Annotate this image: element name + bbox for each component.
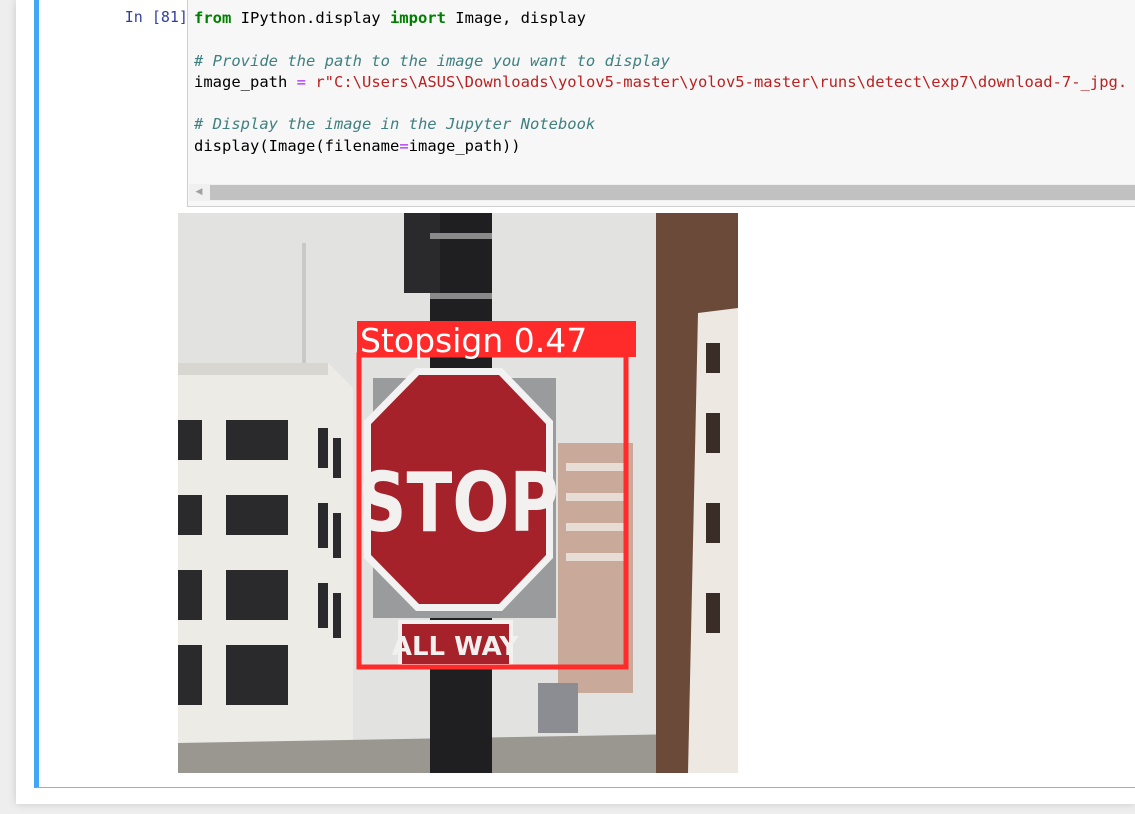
code-token: image_path xyxy=(194,72,297,91)
antenna xyxy=(302,243,306,373)
code-comment: # Provide the path to the image you want… xyxy=(194,51,670,70)
keyword-from: from xyxy=(194,9,232,27)
input-prompt: In [81]: xyxy=(124,8,197,26)
scroll-left-icon[interactable]: ◀ xyxy=(193,186,205,199)
scrollbar-thumb[interactable] xyxy=(210,185,1135,200)
code-token: display(Image(filename xyxy=(194,136,400,155)
detection-label: Stopsign 0.47 xyxy=(360,321,587,360)
pole-bracket xyxy=(404,213,440,293)
pole-band xyxy=(430,233,492,239)
code-token: image_path)) xyxy=(408,136,521,155)
stop-sign-text: STOP xyxy=(358,454,559,550)
detection-image-svg: STOP ALL WAY Stopsign 0.47 xyxy=(178,213,738,773)
code-operator: = xyxy=(399,136,409,155)
background-car xyxy=(538,683,578,733)
code-operator: = xyxy=(296,72,306,91)
code-string: r"C:\Users\ASUS\Downloads\yolov5-master\… xyxy=(315,72,1128,91)
code-text[interactable]: from IPython.display import Image, displ… xyxy=(194,8,1127,157)
pole-band xyxy=(430,293,492,299)
keyword-import: import xyxy=(389,9,446,27)
left-building-cornice xyxy=(178,363,328,375)
all-way-text: ALL WAY xyxy=(392,632,519,662)
distant-building xyxy=(558,443,633,693)
code-editor[interactable]: from IPython.display import Image, displ… xyxy=(187,0,1135,207)
code-comment: # Display the image in the Jupyter Noteb… xyxy=(194,115,596,134)
horizontal-scrollbar[interactable]: ◀ xyxy=(189,184,1135,201)
output-detection-image: STOP ALL WAY Stopsign 0.47 xyxy=(178,213,738,773)
code-token: Image, display xyxy=(445,9,586,27)
code-token: IPython.display xyxy=(231,9,390,27)
